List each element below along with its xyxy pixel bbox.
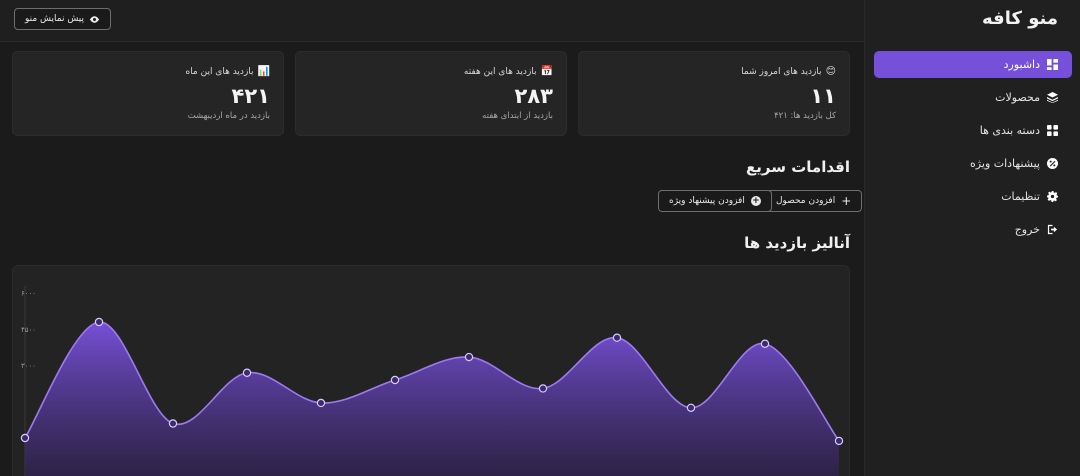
stat-title: بازدید های این هفته	[463, 66, 537, 77]
eye-icon	[89, 15, 100, 23]
add-special-offer-button[interactable]: + افزودن پیشنهاد ویژه	[658, 190, 772, 212]
y-tick-label: ۶۰۰۰	[21, 290, 36, 298]
data-point[interactable]	[612, 333, 622, 342]
stat-value: ۲۸۳	[514, 84, 553, 108]
sidebar-item-products[interactable]: محصولات	[874, 84, 1072, 111]
sidebar-item-settings[interactable]: تنظیمات	[874, 183, 1072, 210]
y-tick-label: ۳۰۰۰	[21, 362, 36, 370]
sidebar-item-dashboard[interactable]: داشبورد	[874, 51, 1072, 78]
layers-icon	[1046, 92, 1058, 104]
stat-card-month: 📊 بازدید های این ماه ۴۲۱ بازدید در ماه ا…	[12, 51, 284, 136]
stat-subtitle: بازدید در ماه اردیبهشت	[187, 111, 270, 121]
logout-icon	[1046, 224, 1058, 236]
smile-emoji-icon: 😊	[825, 66, 836, 77]
data-point[interactable]	[464, 352, 474, 362]
plus-icon: +	[841, 194, 852, 208]
data-point[interactable]	[538, 384, 548, 393]
stat-subtitle: کل بازدید ها: ۴۲۱	[774, 111, 836, 121]
data-point[interactable]	[242, 368, 252, 377]
sidebar-item-label: تنظیمات	[1001, 190, 1040, 203]
sidebar-item-logout[interactable]: خروج	[874, 216, 1072, 243]
add-offer-label: افزودن پیشنهاد ویژه	[669, 196, 745, 206]
data-point[interactable]	[686, 403, 696, 412]
percent-badge-icon	[1046, 158, 1058, 170]
data-point[interactable]	[834, 436, 844, 446]
menu-preview-button[interactable]: پیش نمایش منو	[14, 8, 112, 30]
add-product-label: افزودن محصول	[776, 196, 836, 206]
brand-logo: منو کافه	[982, 8, 1058, 29]
stat-subtitle: بازدید از ابتدای هفته	[482, 111, 553, 121]
sidebar-nav: داشبورد محصولات دسته بندی ها پیشنهادات و…	[874, 51, 1072, 249]
bar-chart-emoji-icon: 📊	[257, 66, 270, 77]
stat-value: ۱۱	[810, 84, 836, 108]
stat-card-week: 📅 بازدید های این هفته ۲۸۳ بازدید از ابتد…	[295, 51, 567, 136]
y-tick-label: ۴۵۰۰	[21, 326, 36, 334]
data-point[interactable]	[760, 339, 770, 348]
quick-actions-title: اقدامات سریع	[746, 158, 850, 176]
analytics-title: آنالیز بازدید ها	[744, 234, 850, 252]
sidebar-item-label: خروج	[1014, 223, 1040, 236]
data-point[interactable]	[316, 398, 326, 408]
visits-area-chart: ۶۰۰۰۴۵۰۰۳۰۰۰۰۰	[20, 286, 844, 476]
stat-title: بازدید های امروز شما	[741, 66, 822, 77]
sidebar-item-special-offers[interactable]: پیشنهادات ویژه	[874, 150, 1072, 177]
gear-icon	[1046, 191, 1058, 203]
menu-preview-label: پیش نمایش منو	[25, 14, 85, 24]
grid-icon	[1046, 125, 1058, 137]
sidebar: منو کافه داشبورد محصولات دسته بندی ها پی…	[864, 0, 1080, 476]
dashboard-icon	[1046, 59, 1058, 71]
data-point[interactable]	[94, 317, 104, 327]
data-point[interactable]	[168, 419, 178, 428]
stat-value: ۴۲۱	[231, 84, 270, 108]
sidebar-item-label: پیشنهادات ویژه	[970, 157, 1040, 170]
plus-circle-icon: +	[750, 196, 761, 206]
sidebar-item-label: محصولات	[995, 91, 1040, 104]
visits-chart: ۶۰۰۰۴۵۰۰۳۰۰۰۰۰	[12, 265, 850, 476]
sidebar-item-categories[interactable]: دسته بندی ها	[874, 117, 1072, 144]
calendar-emoji-icon: 📅	[540, 66, 553, 77]
stat-card-today: 😊 بازدید های امروز شما ۱۱ کل بازدید ها: …	[578, 51, 850, 136]
visits-area-fill	[25, 321, 839, 476]
data-point[interactable]	[20, 433, 30, 443]
sidebar-item-label: داشبورد	[1003, 58, 1040, 71]
sidebar-item-label: دسته بندی ها	[979, 124, 1040, 137]
data-point[interactable]	[390, 375, 400, 385]
stat-title: بازدید های این ماه	[185, 66, 254, 77]
top-bar: پیش نمایش منو	[0, 0, 864, 42]
add-product-button[interactable]: + افزودن محصول	[765, 190, 863, 212]
